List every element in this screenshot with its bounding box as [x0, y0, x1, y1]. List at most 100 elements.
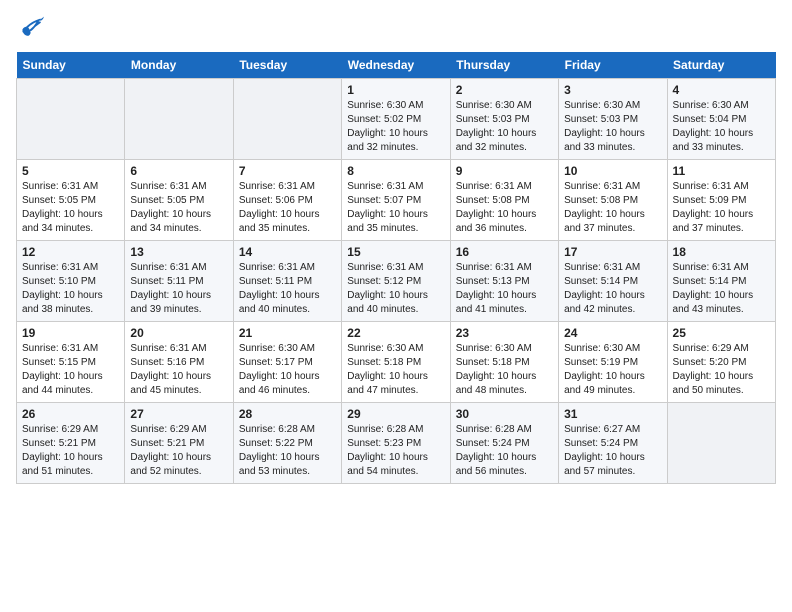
day-number: 22: [347, 326, 444, 340]
day-number: 8: [347, 164, 444, 178]
calendar-cell: 9 Sunrise: 6:31 AM Sunset: 5:08 PM Daylig…: [450, 160, 558, 241]
day-number: 10: [564, 164, 661, 178]
day-info: Sunrise: 6:30 AM Sunset: 5:17 PM Dayligh…: [239, 342, 336, 398]
weekday-header-sunday: Sunday: [17, 52, 125, 79]
calendar-cell: 30 Sunrise: 6:28 AM Sunset: 5:24 PM Dayli…: [450, 403, 558, 484]
day-info: Sunrise: 6:31 AM Sunset: 5:05 PM Dayligh…: [130, 180, 227, 236]
calendar-cell: [667, 403, 775, 484]
day-number: 7: [239, 164, 336, 178]
weekday-header-saturday: Saturday: [667, 52, 775, 79]
day-info: Sunrise: 6:31 AM Sunset: 5:08 PM Dayligh…: [564, 180, 661, 236]
day-number: 28: [239, 407, 336, 421]
day-info: Sunrise: 6:29 AM Sunset: 5:21 PM Dayligh…: [130, 423, 227, 479]
page-header: [16, 16, 776, 40]
day-info: Sunrise: 6:31 AM Sunset: 5:16 PM Dayligh…: [130, 342, 227, 398]
calendar-cell: 3 Sunrise: 6:30 AM Sunset: 5:03 PM Daylig…: [559, 79, 667, 160]
calendar-cell: 5Sunrise: 6:31 AM Sunset: 5:05 PM Daylig…: [17, 160, 125, 241]
day-number: 23: [456, 326, 553, 340]
calendar-week-row: 1 Sunrise: 6:30 AM Sunset: 5:02 PM Daylig…: [17, 79, 776, 160]
calendar-week-row: 19Sunrise: 6:31 AM Sunset: 5:15 PM Dayli…: [17, 322, 776, 403]
calendar-cell: 6 Sunrise: 6:31 AM Sunset: 5:05 PM Daylig…: [125, 160, 233, 241]
calendar-cell: 16Sunrise: 6:31 AM Sunset: 5:13 PM Dayli…: [450, 241, 558, 322]
day-number: 15: [347, 245, 444, 259]
calendar-cell: 26 Sunrise: 6:29 AM Sunset: 5:21 PM Dayli…: [17, 403, 125, 484]
day-info: Sunrise: 6:30 AM Sunset: 5:18 PM Dayligh…: [456, 342, 553, 398]
calendar-cell: 15Sunrise: 6:31 AM Sunset: 5:12 PM Dayli…: [342, 241, 450, 322]
day-number: 2: [456, 83, 553, 97]
day-info: Sunrise: 6:29 AM Sunset: 5:21 PM Dayligh…: [22, 423, 119, 479]
day-info: Sunrise: 6:30 AM Sunset: 5:04 PM Dayligh…: [673, 99, 770, 155]
weekday-header-monday: Monday: [125, 52, 233, 79]
day-number: 29: [347, 407, 444, 421]
day-info: Sunrise: 6:30 AM Sunset: 5:03 PM Dayligh…: [564, 99, 661, 155]
day-number: 3: [564, 83, 661, 97]
day-number: 18: [673, 245, 770, 259]
day-info: Sunrise: 6:31 AM Sunset: 5:14 PM Dayligh…: [564, 261, 661, 317]
calendar-cell: 25 Sunrise: 6:29 AM Sunset: 5:20 PM Dayli…: [667, 322, 775, 403]
day-number: 4: [673, 83, 770, 97]
calendar-cell: 7 Sunrise: 6:31 AM Sunset: 5:06 PM Daylig…: [233, 160, 341, 241]
day-number: 12: [22, 245, 119, 259]
day-number: 11: [673, 164, 770, 178]
calendar-cell: [125, 79, 233, 160]
day-info: Sunrise: 6:31 AM Sunset: 5:07 PM Dayligh…: [347, 180, 444, 236]
calendar-table: SundayMondayTuesdayWednesdayThursdayFrid…: [16, 52, 776, 484]
day-info: Sunrise: 6:31 AM Sunset: 5:11 PM Dayligh…: [239, 261, 336, 317]
day-number: 31: [564, 407, 661, 421]
day-info: Sunrise: 6:31 AM Sunset: 5:15 PM Dayligh…: [22, 342, 119, 398]
day-info: Sunrise: 6:31 AM Sunset: 5:09 PM Dayligh…: [673, 180, 770, 236]
day-info: Sunrise: 6:31 AM Sunset: 5:06 PM Dayligh…: [239, 180, 336, 236]
calendar-cell: 11 Sunrise: 6:31 AM Sunset: 5:09 PM Dayli…: [667, 160, 775, 241]
day-number: 1: [347, 83, 444, 97]
calendar-week-row: 12Sunrise: 6:31 AM Sunset: 5:10 PM Dayli…: [17, 241, 776, 322]
weekday-header-thursday: Thursday: [450, 52, 558, 79]
day-number: 20: [130, 326, 227, 340]
day-number: 9: [456, 164, 553, 178]
calendar-cell: 29 Sunrise: 6:28 AM Sunset: 5:23 PM Dayli…: [342, 403, 450, 484]
day-number: 5: [22, 164, 119, 178]
day-number: 26: [22, 407, 119, 421]
day-number: 30: [456, 407, 553, 421]
calendar-cell: 13Sunrise: 6:31 AM Sunset: 5:11 PM Dayli…: [125, 241, 233, 322]
day-info: Sunrise: 6:31 AM Sunset: 5:14 PM Dayligh…: [673, 261, 770, 317]
day-number: 16: [456, 245, 553, 259]
calendar-cell: 21 Sunrise: 6:30 AM Sunset: 5:17 PM Dayli…: [233, 322, 341, 403]
day-info: Sunrise: 6:30 AM Sunset: 5:02 PM Dayligh…: [347, 99, 444, 155]
calendar-cell: 14 Sunrise: 6:31 AM Sunset: 5:11 PM Dayli…: [233, 241, 341, 322]
day-info: Sunrise: 6:28 AM Sunset: 5:24 PM Dayligh…: [456, 423, 553, 479]
calendar-cell: 24 Sunrise: 6:30 AM Sunset: 5:19 PM Dayli…: [559, 322, 667, 403]
calendar-cell: 12Sunrise: 6:31 AM Sunset: 5:10 PM Dayli…: [17, 241, 125, 322]
day-info: Sunrise: 6:29 AM Sunset: 5:20 PM Dayligh…: [673, 342, 770, 398]
calendar-cell: 23 Sunrise: 6:30 AM Sunset: 5:18 PM Dayli…: [450, 322, 558, 403]
calendar-cell: 8 Sunrise: 6:31 AM Sunset: 5:07 PM Daylig…: [342, 160, 450, 241]
day-number: 25: [673, 326, 770, 340]
day-info: Sunrise: 6:28 AM Sunset: 5:23 PM Dayligh…: [347, 423, 444, 479]
logo: [16, 16, 48, 40]
calendar-week-row: 26 Sunrise: 6:29 AM Sunset: 5:21 PM Dayli…: [17, 403, 776, 484]
calendar-cell: 10 Sunrise: 6:31 AM Sunset: 5:08 PM Dayli…: [559, 160, 667, 241]
calendar-cell: 27 Sunrise: 6:29 AM Sunset: 5:21 PM Dayli…: [125, 403, 233, 484]
calendar-cell: [233, 79, 341, 160]
weekday-header-row: SundayMondayTuesdayWednesdayThursdayFrid…: [17, 52, 776, 79]
calendar-cell: 17 Sunrise: 6:31 AM Sunset: 5:14 PM Dayli…: [559, 241, 667, 322]
calendar-cell: 28 Sunrise: 6:28 AM Sunset: 5:22 PM Dayli…: [233, 403, 341, 484]
weekday-header-wednesday: Wednesday: [342, 52, 450, 79]
day-number: 24: [564, 326, 661, 340]
calendar-week-row: 5 Sunrise: 6:31 AM Sunset: 5:05 PM Daylig…: [17, 160, 776, 241]
day-number: 14: [239, 245, 336, 259]
day-number: 17: [564, 245, 661, 259]
weekday-header-friday: Friday: [559, 52, 667, 79]
day-number: 27: [130, 407, 227, 421]
calendar-cell: 19Sunrise: 6:31 AM Sunset: 5:15 PM Dayli…: [17, 322, 125, 403]
day-info: Sunrise: 6:31 AM Sunset: 5:08 PM Dayligh…: [456, 180, 553, 236]
logo-bird-icon: [16, 16, 44, 40]
day-number: 6: [130, 164, 227, 178]
calendar-cell: 18 Sunrise: 6:31 AM Sunset: 5:14 PM Dayli…: [667, 241, 775, 322]
weekday-header-tuesday: Tuesday: [233, 52, 341, 79]
calendar-cell: 2Sunrise: 6:30 AM Sunset: 5:03 PM Daylig…: [450, 79, 558, 160]
calendar-cell: 22Sunrise: 6:30 AM Sunset: 5:18 PM Dayli…: [342, 322, 450, 403]
day-info: Sunrise: 6:28 AM Sunset: 5:22 PM Dayligh…: [239, 423, 336, 479]
calendar-cell: 20 Sunrise: 6:31 AM Sunset: 5:16 PM Dayli…: [125, 322, 233, 403]
day-number: 21: [239, 326, 336, 340]
day-info: Sunrise: 6:30 AM Sunset: 5:19 PM Dayligh…: [564, 342, 661, 398]
